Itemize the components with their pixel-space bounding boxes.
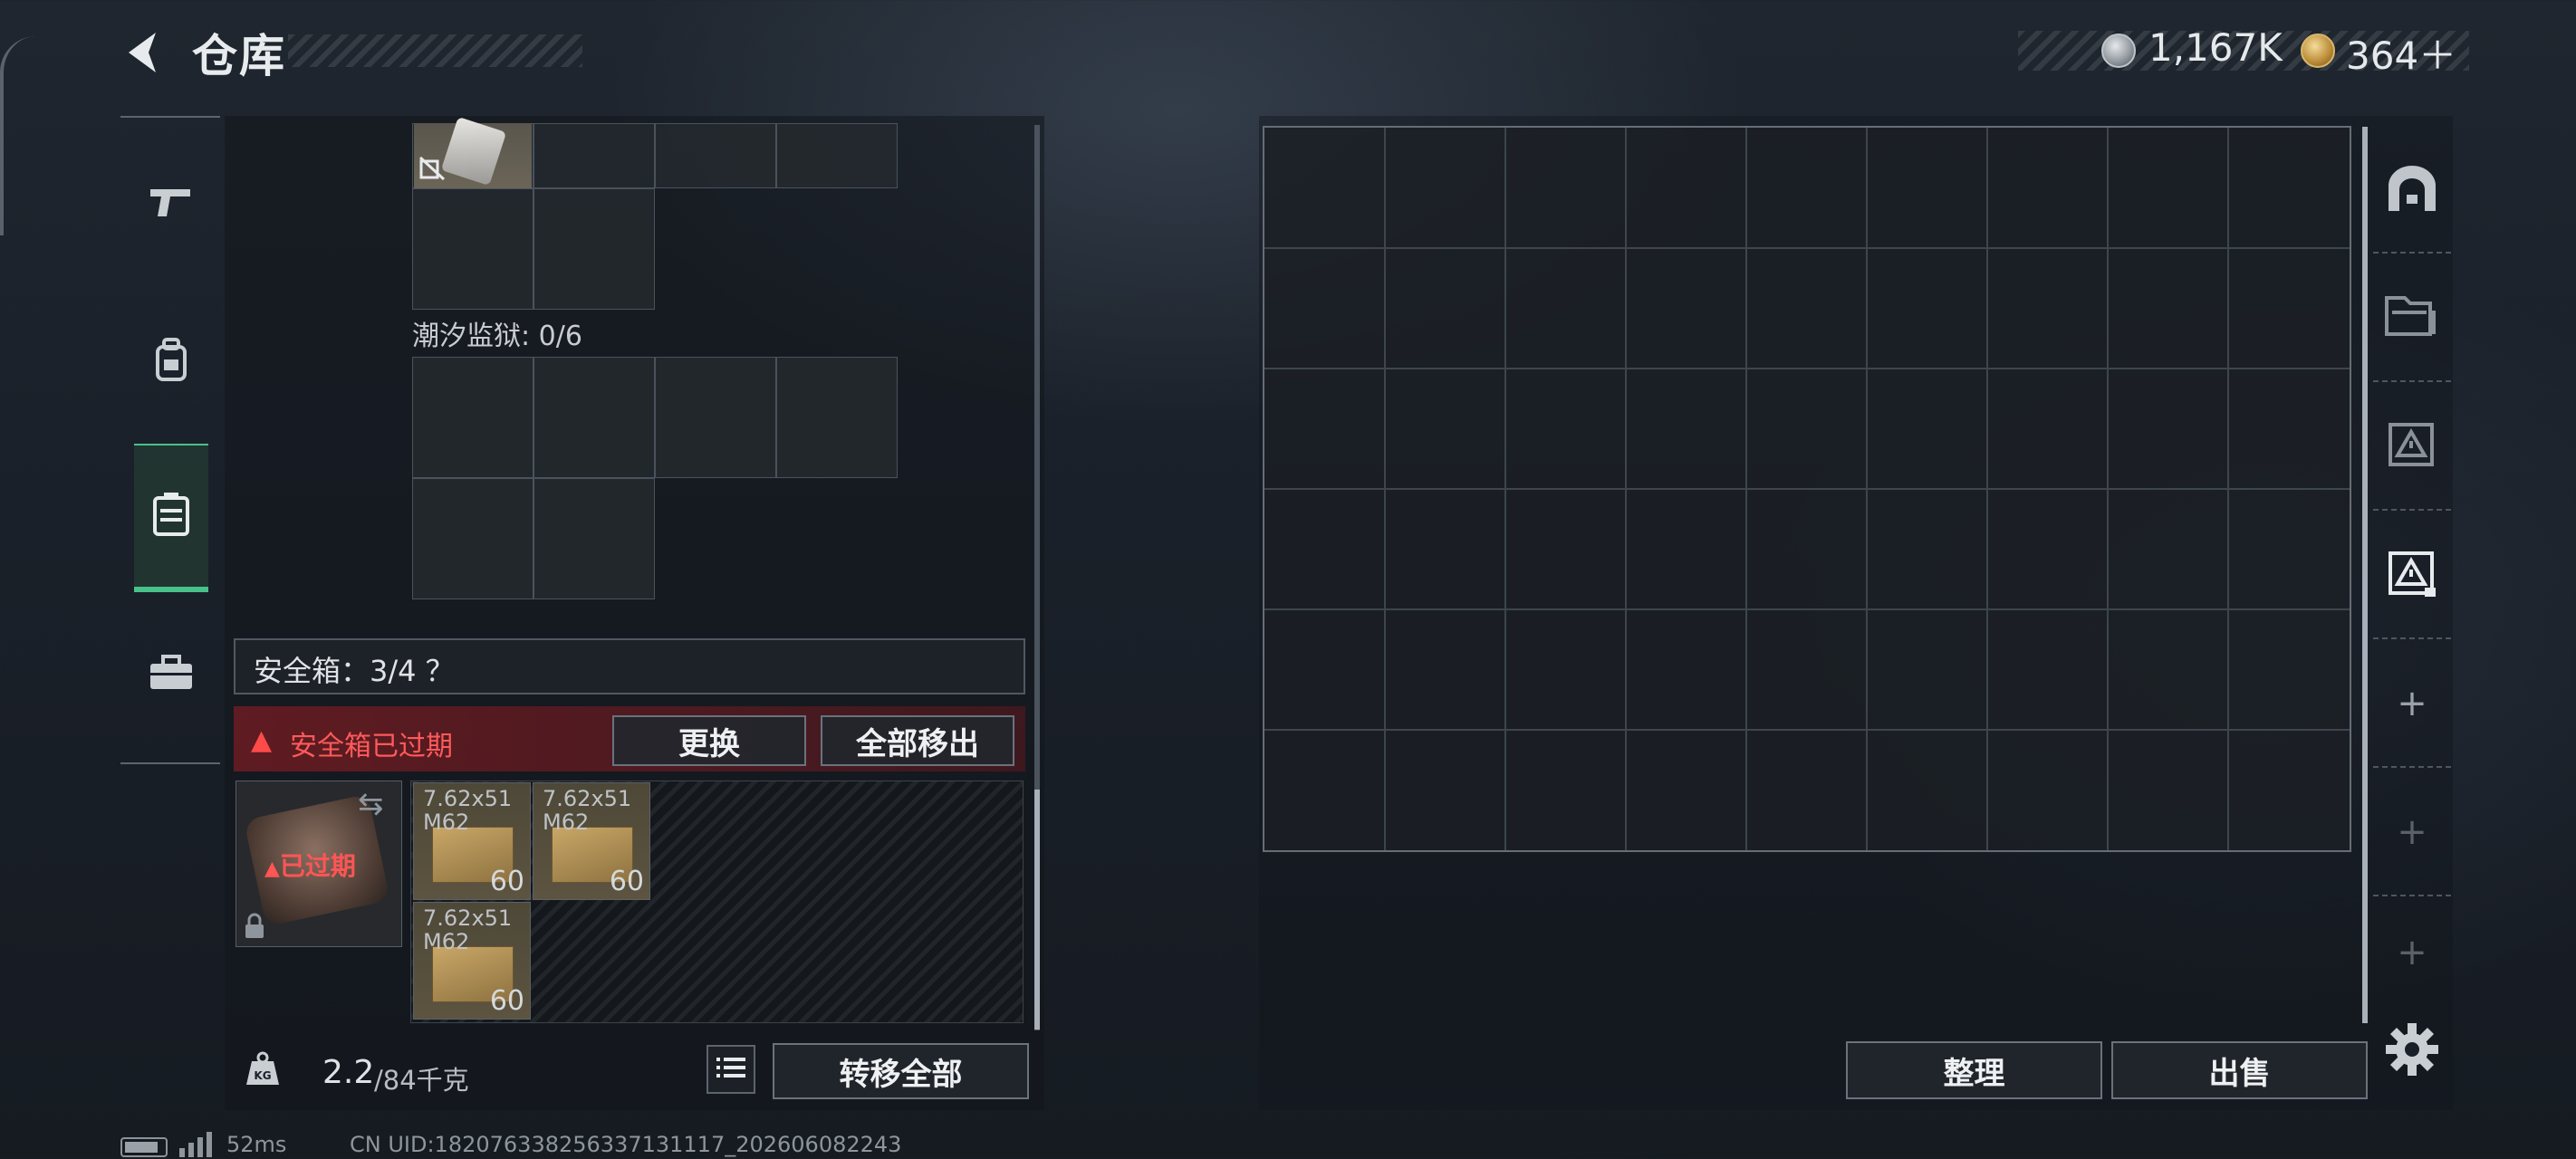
grid-cell[interactable]	[776, 123, 898, 188]
silver-coin-icon	[2101, 34, 2136, 68]
warning-icon: ▲	[251, 724, 273, 756]
ping-value: 52ms	[226, 1132, 287, 1157]
backpack-icon	[150, 338, 192, 387]
case-expired-badge: ▲已过期	[264, 847, 356, 883]
left-edge-decoration	[0, 36, 36, 235]
grid-cell[interactable]	[533, 123, 655, 188]
grid-cell[interactable]	[412, 478, 533, 599]
pistol-icon	[149, 184, 194, 224]
left-scrollbar-thumb[interactable]	[1034, 790, 1040, 1030]
stash-tab-4[interactable]	[2373, 512, 2451, 639]
grid-cell[interactable]	[412, 357, 533, 478]
replace-button[interactable]: 更换	[612, 715, 806, 766]
ammo-count: 60	[489, 985, 524, 1017]
add-stash-tab[interactable]: +	[2373, 898, 2451, 1007]
page-title: 仓库	[192, 30, 286, 82]
ammo-item[interactable]: 7.62x51 M62 60	[533, 782, 650, 900]
grid-cell[interactable]	[412, 188, 533, 310]
arch-icon	[2385, 162, 2439, 216]
move-all-out-button[interactable]: 全部移出	[821, 715, 1014, 766]
sort-button[interactable]: 整理	[1846, 1041, 2102, 1099]
stash-tab-3[interactable]	[2373, 384, 2451, 511]
warning-tag-active-icon	[2385, 548, 2439, 602]
ammo-count: 60	[609, 866, 644, 897]
category-tab-weapons[interactable]	[134, 154, 208, 254]
expired-warning-text: 安全箱已过期	[290, 731, 453, 762]
grid-cell[interactable]	[533, 357, 655, 478]
add-stash-tab[interactable]: +	[2373, 770, 2451, 896]
warning-icon: ▲	[264, 857, 280, 880]
sell-button[interactable]: 出售	[2111, 1041, 2368, 1099]
stash-grid[interactable]	[1263, 126, 2351, 852]
ammo-name: 7.62x51 M62	[423, 786, 513, 835]
warning-tag-icon	[2385, 419, 2439, 474]
weight-value: 2.2	[322, 1054, 375, 1091]
grid-cell[interactable]	[655, 123, 776, 188]
grid-cell[interactable]	[655, 357, 776, 478]
container-label: 潮汐监狱: 0/6	[412, 321, 582, 352]
ammo-name: 7.62x51 M62	[543, 786, 632, 835]
category-tab-safe-case[interactable]	[134, 444, 208, 592]
weight-icon: KG	[245, 1050, 281, 1087]
plus-icon: +	[2397, 683, 2427, 724]
category-tab-backpack[interactable]	[134, 312, 208, 412]
right-scrollbar[interactable]	[2362, 127, 2368, 1023]
list-icon	[716, 1056, 745, 1083]
ammo-count: 60	[489, 866, 524, 897]
swap-icon[interactable]: ⇆	[358, 786, 384, 822]
category-tab-toolbox[interactable]	[134, 625, 208, 724]
grid-cell[interactable]	[776, 357, 898, 478]
lock-icon	[243, 913, 266, 946]
stash-tab-2[interactable]	[2373, 255, 2451, 382]
plus-icon: +	[2397, 932, 2427, 973]
grid-cell[interactable]	[533, 478, 655, 599]
add-stash-tab[interactable]: +	[2373, 641, 2451, 768]
toolbox-icon	[149, 655, 194, 694]
case-icon	[151, 491, 191, 541]
grid-cell[interactable]	[533, 188, 655, 310]
ammo-name: 7.62x51 M62	[423, 905, 513, 954]
no-insure-icon	[418, 156, 446, 185]
gold-coin-icon	[2301, 34, 2335, 68]
title-stripe-decoration	[288, 34, 582, 67]
ammo-item[interactable]: 7.62x51 M62 60	[413, 902, 531, 1020]
signal-icon	[178, 1132, 214, 1157]
case-expired-text: 已过期	[279, 851, 356, 881]
weight-icon-text: KG	[254, 1069, 271, 1082]
stash-tab-1[interactable]	[2373, 127, 2451, 254]
battery-level	[125, 1142, 158, 1153]
gear-icon[interactable]	[2382, 1020, 2442, 1079]
weight-max: /84千克	[374, 1065, 469, 1096]
plus-icon: +	[2397, 811, 2427, 853]
transfer-all-button[interactable]: 转移全部	[773, 1043, 1029, 1099]
list-view-button[interactable]	[706, 1045, 755, 1094]
gold-currency-value[interactable]: 364＋	[2346, 25, 2456, 81]
folder-icon	[2385, 292, 2439, 343]
ammo-item[interactable]: 7.62x51 M62 60	[413, 782, 531, 900]
user-uid: CN UID:182076338256337131117_20260608224…	[350, 1132, 902, 1157]
safe-box-label[interactable]: 安全箱：3/4 ？	[254, 648, 455, 690]
back-arrow-icon[interactable]	[118, 25, 172, 80]
silver-currency-value: 1,167K	[2148, 25, 2283, 70]
